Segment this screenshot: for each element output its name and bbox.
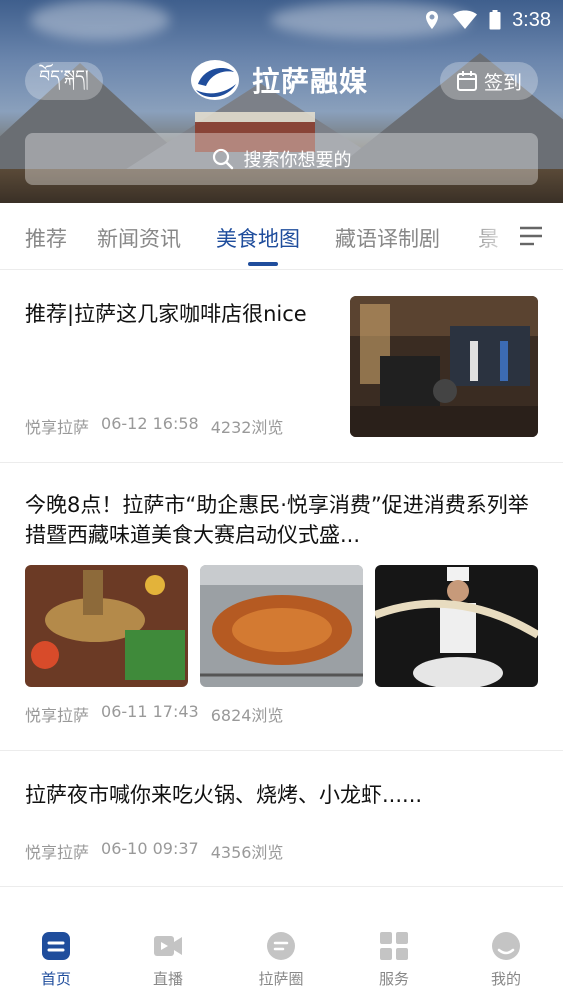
category-tabs: 推荐 新闻资讯 美食地图 藏语译制剧 景 [0,203,563,270]
article-meta: 悦享拉萨 06-10 09:37 4356浏览 [25,839,283,863]
battery-icon [489,10,501,30]
tab-food-map[interactable]: 美食地图 [216,223,300,253]
article-title: 拉萨夜市喊你来吃火锅、烧烤、小龙虾...... [25,783,423,807]
article-card[interactable]: 今晚8点！拉萨市“助企惠民·悦享消费”促进消费系列举措暨西藏味道美食大赛启动仪式… [0,464,563,751]
article-views: 4232浏览 [210,418,284,437]
nav-lhasa-circle[interactable]: 拉萨圈 [241,930,321,989]
article-card[interactable]: 拉萨夜市喊你来吃火锅、烧烤、小龙虾...... 悦享拉萨 06-10 09:37… [0,752,563,887]
article-time: 06-11 17:43 [101,702,199,721]
article-time: 06-10 09:37 [101,839,199,858]
user-icon [492,932,520,960]
cloud-decoration [30,0,170,40]
wifi-icon [453,10,478,29]
cafe-image [350,296,538,437]
article-card[interactable]: 推荐|拉萨这几家咖啡店很nice 悦享拉萨 06-12 16:58 4232浏览 [0,271,563,463]
tibetan-language-label: བོད་སྐད། [39,67,89,87]
article-thumbnail [25,565,188,687]
location-icon [426,11,439,29]
nav-live-label: 直播 [152,970,183,988]
menu-icon[interactable] [518,225,544,247]
nav-home-label: 首页 [40,970,71,988]
article-title: 推荐|拉萨这几家咖啡店很nice [25,302,307,326]
nav-live[interactable]: 直播 [128,930,208,989]
chat-icon [267,932,295,960]
signin-button[interactable]: 签到 [440,62,538,100]
noodle-chef-image [375,565,538,687]
calendar-icon [456,71,477,91]
article-views: 4356浏览 [210,843,284,862]
logo-text: 拉萨融媒 [252,65,369,98]
hotpot-image [25,565,188,687]
article-time: 06-12 16:58 [101,414,199,433]
tab-news[interactable]: 新闻资讯 [97,223,181,253]
nav-lhasa-circle-label: 拉萨圈 [258,970,304,988]
roast-lamb-image [200,565,363,687]
active-tab-indicator [248,262,278,266]
article-thumbnail [200,565,363,687]
article-source: 悦享拉萨 [25,706,90,725]
signin-label: 签到 [483,71,522,94]
article-title: 今晚8点！拉萨市“助企惠民·悦享消费”促进消费系列举措暨西藏味道美食大赛启动仪式… [25,493,529,547]
article-source: 悦享拉萨 [25,418,90,437]
search-placeholder: 搜索你想要的 [243,150,352,171]
status-time: 3:38 [512,8,551,31]
tab-tibetan-drama[interactable]: 藏语译制剧 [335,223,440,253]
article-meta: 悦享拉萨 06-11 17:43 6824浏览 [25,702,283,726]
article-meta: 悦享拉萨 06-12 16:58 4232浏览 [25,414,283,438]
nav-services[interactable]: 服务 [354,930,434,989]
tab-fade-overlay [470,203,515,269]
nav-mine-label: 我的 [490,970,521,988]
status-bar: 3:38 [422,6,551,34]
search-icon [212,148,233,170]
home-icon [42,932,70,960]
nav-home[interactable]: 首页 [16,930,96,989]
tibetan-language-button[interactable]: བོད་སྐད། [25,62,103,100]
app-logo: 拉萨融媒 [190,58,368,102]
header-banner: 3:38 བོད་སྐད། 拉萨融媒 签到 搜索你想要的 [0,0,563,203]
nav-services-label: 服务 [378,970,409,988]
bottom-navigation: 首页 直播 拉萨圈 服务 我的 [0,912,563,1002]
article-thumbnail [375,565,538,687]
tab-recommend[interactable]: 推荐 [25,223,67,253]
grid-icon [380,932,408,960]
article-thumbnail [350,296,538,437]
article-source: 悦享拉萨 [25,843,90,862]
nav-mine[interactable]: 我的 [466,930,546,989]
article-views: 6824浏览 [210,706,284,725]
video-icon [154,936,182,956]
logo-mark-icon [191,60,239,100]
search-input[interactable]: 搜索你想要的 [25,133,538,185]
